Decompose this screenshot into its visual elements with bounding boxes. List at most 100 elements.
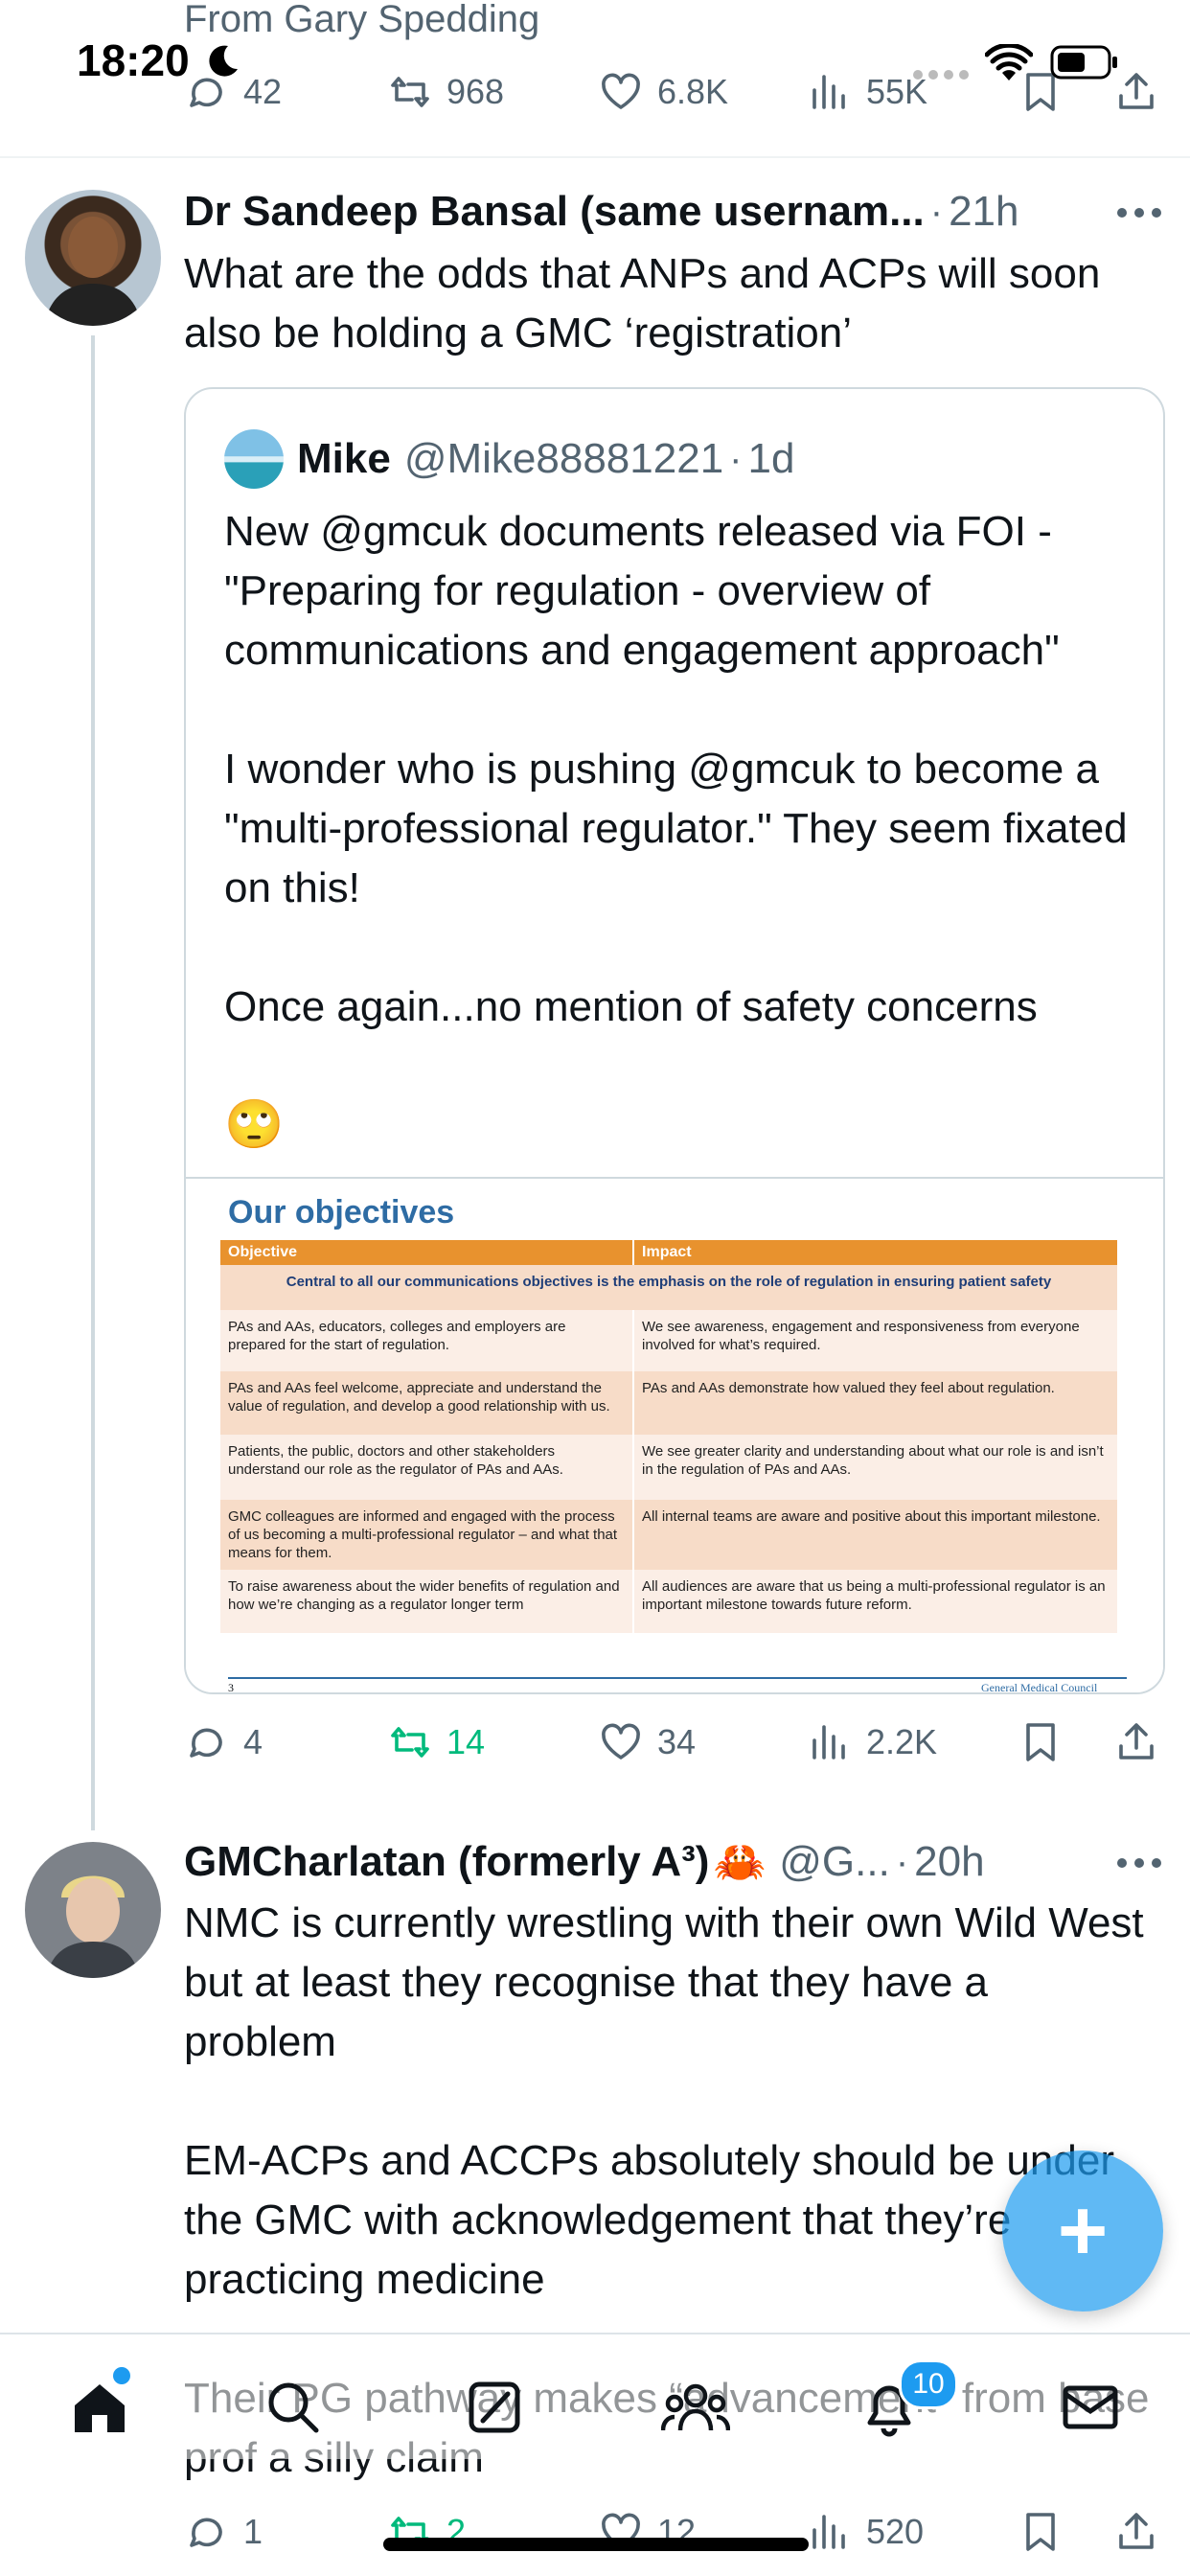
avatar-figure (46, 1875, 140, 1978)
reply-count: 1 (243, 2512, 263, 2551)
image-footer-rule (228, 1677, 1127, 1679)
table-cell: All audiences are aware that us being a … (633, 1570, 1119, 1633)
table-header-objective: Objective (220, 1240, 635, 1265)
status-bar: 18:20 (0, 29, 1190, 96)
face-with-rolling-eyes-emoji: 🙄 (224, 1097, 285, 1151)
compose-fab[interactable]: + (1002, 2150, 1163, 2312)
repost-button[interactable]: 2 (387, 2503, 466, 2561)
crab-emoji: 🦀 (713, 1839, 767, 1886)
table-header-impact: Impact (633, 1240, 1119, 1265)
image-footer-org: General Medical Council (981, 1681, 1098, 1694)
repost-button[interactable]: 14 (387, 1714, 485, 1771)
new-posts-dot (113, 2367, 130, 2384)
like-button[interactable]: 12 (598, 2503, 696, 2561)
quote-header: Mike @Mike88881221 · 1d (297, 429, 794, 489)
bookmark-button[interactable] (1018, 2503, 1064, 2561)
views-count: 2.2K (866, 1722, 938, 1761)
home-indicator (383, 2538, 809, 2551)
bookmark-icon (1018, 2509, 1064, 2555)
table-row: PAs and AAs, educators, colleges and emp… (220, 1310, 1119, 1371)
more-options-button[interactable] (1117, 1853, 1165, 1873)
author-name[interactable]: Dr Sandeep Bansal (same usernam... (184, 188, 925, 236)
reply-button[interactable]: 1 (184, 2503, 263, 2561)
timestamp[interactable]: 21h (949, 188, 1018, 236)
avatar-figure (44, 217, 142, 326)
quote-tweet-card[interactable]: Mike @Mike88881221 · 1d New @gmcuk docum… (184, 387, 1165, 1694)
divider (0, 156, 1190, 158)
views-button[interactable]: 520 (807, 2503, 924, 2561)
repost-icon (387, 1719, 433, 1765)
avatar[interactable] (25, 190, 161, 326)
separator: · (895, 1840, 909, 1883)
quote-image[interactable]: Our objectives Objective Impact Central … (186, 1177, 1163, 1694)
bookmark-icon (1018, 1719, 1064, 1765)
reply-button[interactable]: 4 (184, 1714, 263, 1771)
signal-dots-icon (912, 67, 970, 82)
more-options-button[interactable] (1117, 203, 1165, 222)
reply-icon (184, 2509, 230, 2555)
views-icon (807, 1719, 853, 1765)
heart-icon (598, 1719, 644, 1765)
table-cell: GMC colleagues are informed and engaged … (220, 1500, 635, 1570)
tweet-actions: 1 2 12 520 (184, 2503, 1161, 2561)
bookmark-button[interactable] (1018, 1714, 1064, 1771)
quote-timestamp: 1d (747, 435, 795, 482)
table-row: To raise awareness about the wider benef… (220, 1570, 1119, 1633)
reply-icon (184, 1719, 230, 1765)
quote-handle[interactable]: @Mike88881221 (404, 435, 723, 483)
table-banner: Central to all our communications object… (220, 1265, 1119, 1310)
grok-icon (469, 2381, 520, 2433)
table-cell: We see greater clarity and understanding… (633, 1435, 1119, 1500)
separator: · (929, 190, 944, 233)
share-button[interactable] (1113, 2503, 1159, 2561)
author-handle[interactable]: @G... (779, 1838, 890, 1886)
quote-avatar[interactable] (224, 429, 284, 489)
repost-count: 14 (446, 1722, 486, 1761)
tweet-actions: 4 14 34 2.2K (184, 1714, 1161, 1771)
tab-grok[interactable] (464, 2377, 525, 2443)
status-time: 18:20 (77, 35, 190, 85)
battery-icon (1050, 44, 1119, 80)
tab-communities[interactable] (660, 2377, 731, 2443)
tab-home[interactable] (69, 2377, 130, 2443)
table-cell: We see awareness, engagement and respons… (633, 1310, 1119, 1371)
table-cell: PAs and AAs feel welcome, appreciate and… (220, 1371, 635, 1435)
quote-body: New @gmcuk documents released via FOI - … (224, 508, 1128, 1030)
table-cell: PAs and AAs demonstrate how valued they … (633, 1371, 1119, 1435)
mail-icon (1063, 2385, 1118, 2429)
communities-icon (660, 2383, 731, 2431)
thread-line (91, 335, 95, 1830)
image-title: Our objectives (228, 1194, 455, 1230)
tab-search[interactable] (263, 2377, 324, 2443)
avatar[interactable] (25, 1842, 161, 1978)
tweet-body: What are the odds that ANPs and ACPs wil… (184, 250, 1101, 356)
like-count: 34 (657, 1722, 697, 1761)
tab-messages[interactable] (1060, 2377, 1121, 2443)
share-icon (1113, 2509, 1159, 2555)
plus-icon: + (1057, 2183, 1109, 2279)
table-cell: Patients, the public, doctors and other … (220, 1435, 635, 1500)
moon-icon (199, 40, 241, 82)
like-button[interactable]: 34 (598, 1714, 696, 1771)
views-button[interactable]: 2.2K (807, 1714, 937, 1771)
share-icon (1113, 1719, 1159, 1765)
tweet-header: GMCharlatan (formerly A³) 🦀 @G... · 20h (184, 1832, 1133, 1892)
author-name[interactable]: GMCharlatan (formerly A³) (184, 1838, 709, 1886)
home-icon (75, 2384, 125, 2432)
tweet-header: Dr Sandeep Bansal (same usernam... · 21h (184, 182, 1133, 242)
separator: · (729, 437, 743, 480)
search-icon (268, 2382, 319, 2433)
image-footer-page: 3 (228, 1681, 234, 1694)
table-row: PAs and AAs feel welcome, appreciate and… (220, 1371, 1119, 1435)
wifi-icon (985, 44, 1033, 82)
share-button[interactable] (1113, 1714, 1159, 1771)
objectives-table: Objective Impact Central to all our comm… (220, 1240, 1119, 1633)
bottom-tab-bar: 10 (0, 2333, 1190, 2459)
table-cell: To raise awareness about the wider benef… (220, 1570, 635, 1633)
quote-author-name[interactable]: Mike (297, 435, 391, 483)
notifications-badge: 10 (899, 2359, 958, 2409)
table-row: Patients, the public, doctors and other … (220, 1435, 1119, 1500)
views-icon (807, 2509, 853, 2555)
table-row: GMC colleagues are informed and engaged … (220, 1500, 1119, 1570)
timestamp[interactable]: 20h (914, 1838, 984, 1886)
